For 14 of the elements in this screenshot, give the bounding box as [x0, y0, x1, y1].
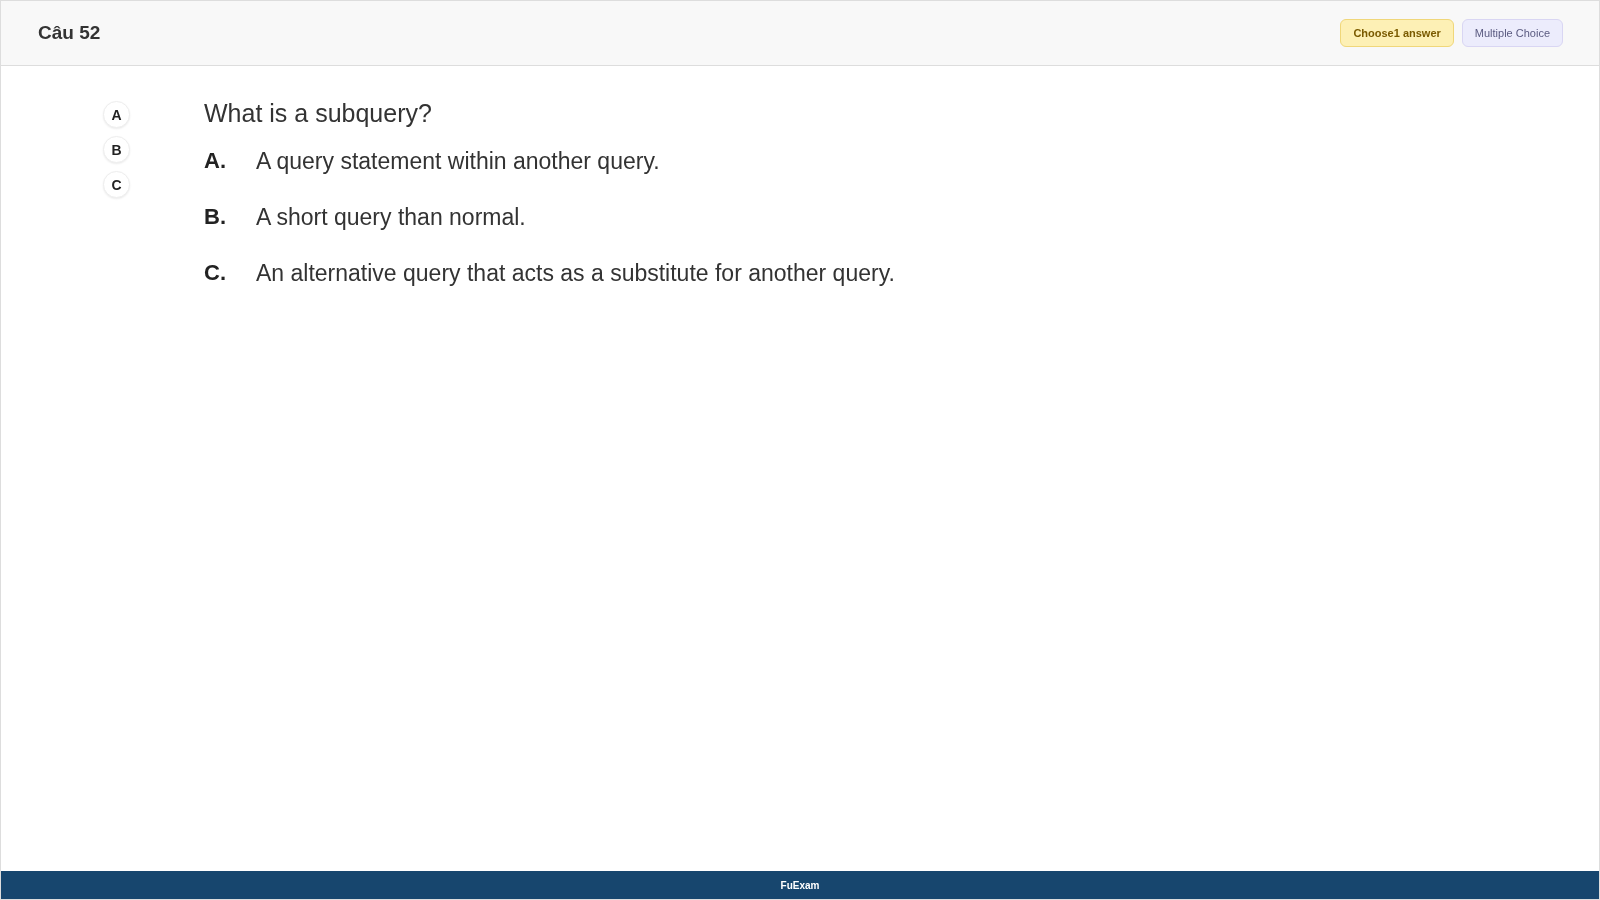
footer-text: FuExam: [780, 879, 820, 891]
question-type-badge: Multiple Choice: [1461, 19, 1563, 47]
answer-choice-button[interactable]: C: [103, 171, 130, 198]
question-text: What is a subquery?: [204, 99, 433, 128]
answer-choice-button[interactable]: A: [103, 101, 130, 128]
option-text: An alternative query that acts as a substitute for another query.: [256, 260, 895, 287]
option-text: A short query than normal.: [256, 204, 526, 231]
answer-choice-button[interactable]: B: [103, 136, 130, 163]
question-number: Câu 52: [38, 22, 101, 44]
answer-count-badge: Choose1 answer: [1340, 19, 1454, 47]
option-letter: B.: [204, 204, 227, 230]
option-letter: C.: [204, 260, 227, 286]
option-text: A query statement within another query.: [256, 148, 660, 175]
option-letter: A.: [204, 148, 227, 174]
